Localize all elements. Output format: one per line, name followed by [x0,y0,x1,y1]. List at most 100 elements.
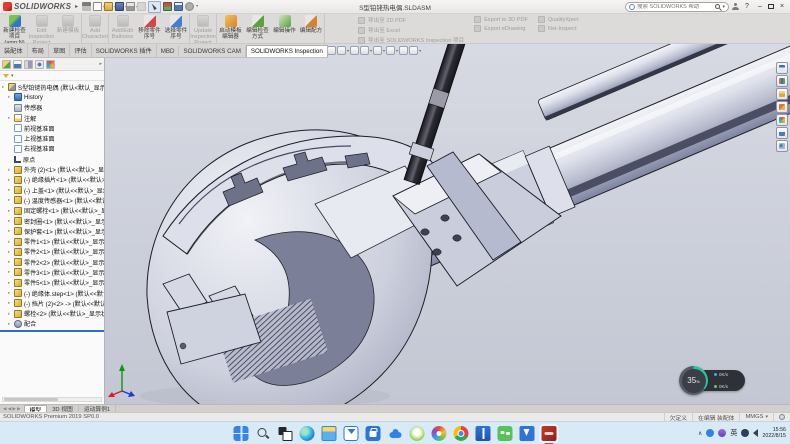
tree-item-top-plane[interactable]: 上视基准面 [0,133,104,143]
menu-expand-arrow-icon[interactable]: ▸ [75,3,78,10]
login-user-icon[interactable] [732,3,739,10]
launch-template-editor-button[interactable]: 启动模板编辑器 [217,14,244,43]
task-view-button[interactable] [278,426,293,441]
zoom-fit-icon[interactable] [327,46,336,55]
status-tag-icon[interactable] [773,413,790,421]
tray-onedrive-icon[interactable] [706,429,714,437]
ribbon-tab-inspection[interactable]: SOLIDWORKS Inspection [246,45,328,57]
export-inspection-project-button[interactable]: 导出至 SOLIDWORKS Inspection 项目 [358,36,464,44]
doc-tab-motion-study[interactable]: 运动算例1 [79,405,116,412]
export-3d-pdf-button[interactable]: Export to 3D PDF [474,16,528,23]
performance-monitor-widget[interactable]: 35 % 0K/s 0K/s [679,366,745,395]
tree-item-sensors[interactable]: 传感器 [0,103,104,113]
tray-clock[interactable]: 15:56 2022/8/15 [762,427,786,439]
thermocouple-3d-model[interactable] [105,44,790,404]
help-search-box[interactable]: ▾ [625,2,729,12]
tree-item-part3[interactable]: 零件3<1> (默认<<默认>_显示状态 [0,267,104,277]
mail-button[interactable] [344,426,359,441]
green-app-button[interactable] [410,426,425,441]
search-input[interactable] [637,4,713,10]
doc-tab-3d-views[interactable]: 3D 视图 [47,405,79,412]
search-icon[interactable] [715,4,720,9]
view-settings-icon[interactable] [409,46,418,55]
hide-show-items-icon[interactable] [386,46,395,55]
tree-root-assembly[interactable]: S型铂铑热电偶 (默认<默认_显示状态-1 [0,82,104,92]
save-icon[interactable] [115,2,124,11]
tray-chevron-icon[interactable]: ∧ [698,430,702,437]
chrome-button[interactable] [454,426,469,441]
tree-item-insulation-insert[interactable]: (-) 绝缘插片<1> (默认<<默认>_显 [0,175,104,185]
export-edrawing-button[interactable]: Export eDrawing [474,25,528,32]
tree-item-history[interactable]: History [0,92,104,102]
appearances-icon[interactable] [776,114,788,126]
start-button[interactable] [234,426,249,441]
section-view-icon[interactable] [360,46,369,55]
rollback-bar[interactable] [0,330,104,332]
panel-expand-arrow-icon[interactable]: ▸ [99,61,102,67]
zoom-area-icon[interactable] [337,46,346,55]
featuremanager-tab-icon[interactable] [2,60,11,69]
edit-inspection-project-button[interactable]: Edit Inspection Project [28,14,55,43]
edge-button[interactable] [300,426,315,441]
view-palette-icon[interactable] [776,101,788,113]
custom-properties-icon[interactable] [776,127,788,139]
propertymanager-tab-icon[interactable] [13,60,22,69]
update-inspection-project-button[interactable]: Update Inspection Project [190,14,217,43]
select-balloons-button[interactable]: 选择零件序号 [163,14,190,43]
tree-filter-row[interactable]: ▾ [0,71,104,81]
onedrive-button[interactable] [388,426,403,441]
options-gear-icon[interactable] [185,2,194,11]
tree-item-part2-2[interactable]: 零件2<2> (默认<<默认>_显示状态 [0,257,104,267]
tree-item-right-plane[interactable]: 右视基准面 [0,144,104,154]
ribbon-tab-sketch[interactable]: 草图 [49,44,70,57]
tree-item-temperature-sensor[interactable]: (-) 温度传感器<1> (默认<<默认>_显 [0,195,104,205]
export-excel-button[interactable]: 导出至 Excel [358,26,464,34]
tree-item-part5[interactable]: 零件5<1> (默认<<默认>_显示状态 [0,278,104,288]
filter-caret-icon[interactable]: ▾ [11,73,14,79]
wps-button[interactable] [520,426,535,441]
doc-tab-model[interactable]: 模型 [24,405,48,412]
tray-security-icon[interactable] [718,429,726,437]
tree-item-fixing-bolt[interactable]: 固定螺栓<1> (默认<<默认>_显示 [0,206,104,216]
ribbon-tab-layout[interactable]: 布局 [28,44,49,57]
open-icon[interactable] [104,2,113,11]
tray-night-mode-icon[interactable] [741,429,749,437]
photos-app-button[interactable] [432,426,447,441]
tree-item-bolt[interactable]: 螺栓<2> (默认<<默认>_显示状态 [0,309,104,319]
tab-nav-arrows[interactable]: ◀ ◀ ▶ ▶ [0,405,24,412]
edit-recipe-button[interactable]: 编辑配方 [298,14,325,43]
ribbon-tab-evaluate[interactable]: 评估 [70,44,91,57]
new-inspection-project-button[interactable]: 新建检查项目 (amp;N) [1,14,28,43]
add-edit-balloons-button[interactable]: Add/Edit Balloons [109,14,136,43]
home-icon[interactable] [82,2,91,11]
ime-language-indicator[interactable]: 英 [730,428,737,438]
graphics-viewport[interactable]: ▾ ▾ ▾ ▾ ▾ [105,44,790,404]
minimize-button[interactable]: – [755,3,765,10]
tree-item-top-cover[interactable]: (-) 上盖<1> (默认<<默认>_显示状 [0,185,104,195]
ribbon-tab-addins[interactable]: SOLIDWORKS 插件 [92,44,157,57]
undo-icon[interactable] [137,2,146,11]
tray-volume-icon[interactable] [753,429,758,437]
tree-item-baffle[interactable]: (-) 挡片 (2)<2> -> (默认<<默认> [0,298,104,308]
tree-horizontal-scrollbar[interactable] [2,397,102,402]
previous-view-icon[interactable] [350,46,359,55]
tree-item-insulator-step[interactable]: (-) 绝缘体.step<1> (默认<<默认 [0,288,104,298]
store-button[interactable] [366,426,381,441]
tree-item-origin[interactable]: 原点 [0,154,104,164]
ribbon-tab-mbd[interactable]: MBD [157,46,180,57]
forum-icon[interactable] [776,140,788,152]
tree-item-protective-sleeve[interactable]: 保护套<1> (默认<<默认>_显示状 [0,226,104,236]
displaymanager-tab-icon[interactable] [46,60,55,69]
tree-item-annotations[interactable]: 注解 [0,113,104,123]
print-icon[interactable] [126,2,135,11]
solidworks-app-button[interactable] [542,426,557,441]
select-tool[interactable] [148,1,161,13]
ribbon-tab-assembly[interactable]: 装配体 [0,44,28,57]
display-style-icon[interactable] [373,46,382,55]
tree-item-seal-ring[interactable]: 密封圈<1> (默认<<默认>_显示状 [0,216,104,226]
export-2d-pdf-button[interactable]: 导出至 2D PDF [358,16,464,24]
edit-inspection-methods-button[interactable]: 编辑检查方式 [244,14,271,43]
wechat-button[interactable] [498,426,513,441]
new-document-icon[interactable] [93,2,102,11]
configurationmanager-tab-icon[interactable] [24,60,33,69]
